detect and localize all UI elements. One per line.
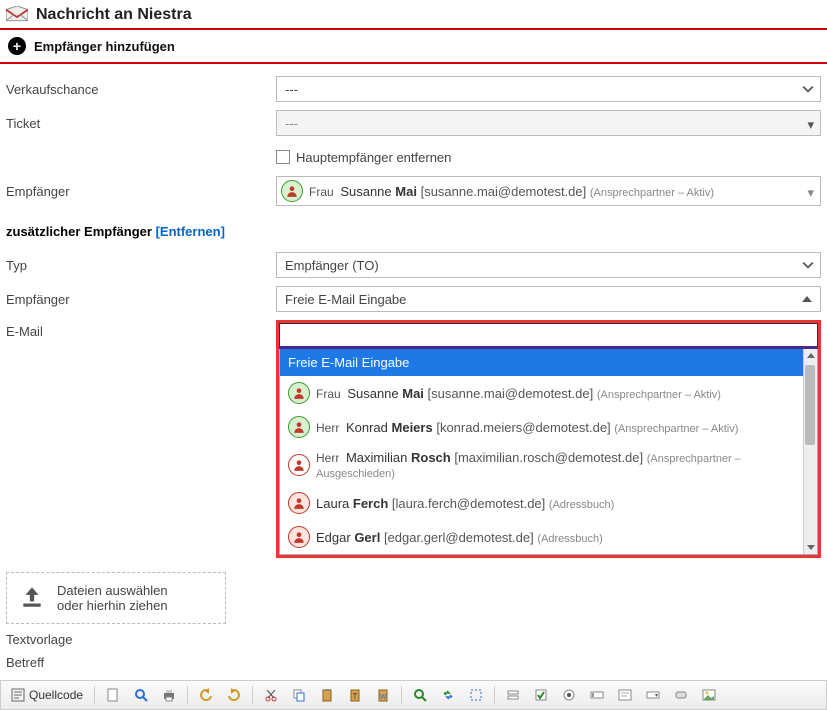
replace-button[interactable]	[435, 684, 461, 706]
copy-button[interactable]	[286, 684, 312, 706]
plus-icon: +	[8, 37, 26, 55]
opportunity-select[interactable]: ---	[276, 76, 821, 102]
chevron-down-icon	[802, 259, 814, 274]
ticket-value: ---	[285, 116, 298, 131]
selectfield-tool-button[interactable]	[640, 684, 666, 706]
undo-button[interactable]	[193, 684, 219, 706]
email-combo: Freie E-Mail Eingabe Frau Susanne Mai [s…	[276, 320, 821, 558]
type-value: Empfänger (TO)	[285, 258, 379, 273]
textarea-tool-button[interactable]	[612, 684, 638, 706]
svg-text:W: W	[380, 694, 387, 701]
opportunity-value: ---	[285, 82, 298, 97]
form-button[interactable]	[500, 684, 526, 706]
email-input[interactable]	[279, 323, 818, 349]
opportunity-label: Verkaufschance	[6, 82, 276, 97]
mail-icon	[6, 6, 28, 24]
svg-text:T: T	[353, 692, 358, 701]
chevron-down-icon: ▾	[807, 117, 814, 133]
checkbox-tool-button[interactable]	[528, 684, 554, 706]
type-label: Typ	[6, 258, 276, 273]
ticket-label: Ticket	[6, 116, 276, 131]
person-icon	[281, 180, 303, 202]
dropdown-item[interactable]: Frau Susanne Mai [susanne.mai@demotest.d…	[280, 376, 803, 410]
textfield-tool-button[interactable]	[584, 684, 610, 706]
remove-additional-link[interactable]: [Entfernen]	[156, 224, 225, 239]
button-tool-button[interactable]	[668, 684, 694, 706]
dropdown-item[interactable]: Edgar Gerl [edgar.gerl@demotest.de] (Adr…	[280, 520, 803, 554]
type-select[interactable]: Empfänger (TO)	[276, 252, 821, 278]
preview-button[interactable]	[128, 684, 154, 706]
person-icon	[288, 454, 310, 476]
main-recipient-text: Frau Susanne Mai [susanne.mai@demotest.d…	[309, 184, 714, 199]
person-icon	[288, 416, 310, 438]
recipient-label: Empfänger	[6, 184, 276, 199]
person-icon	[288, 492, 310, 514]
cut-button[interactable]	[258, 684, 284, 706]
find-button[interactable]	[407, 684, 433, 706]
dropdown-item[interactable]: Herr Maximilian Rosch [maximilian.rosch@…	[280, 444, 803, 486]
add-recipient-bar[interactable]: + Empfänger hinzufügen	[0, 30, 827, 64]
page-header: Nachricht an Niestra	[0, 0, 827, 30]
paste-text-button[interactable]: T	[342, 684, 368, 706]
file-drop-zone[interactable]: Dateien auswählen oder hierhin ziehen	[6, 572, 226, 624]
paste-word-button[interactable]: W	[370, 684, 396, 706]
subject-label: Betreff	[0, 647, 827, 670]
page-title: Nachricht an Niestra	[36, 6, 192, 24]
remove-main-row[interactable]: Hauptempfänger entfernen	[276, 150, 821, 165]
chevron-down-icon: ▾	[807, 185, 814, 201]
scroll-up-icon[interactable]	[807, 353, 815, 358]
dropdown-item[interactable]: Laura Ferch [laura.ferch@demotest.de] (A…	[280, 486, 803, 520]
add-recipient-label: Empfänger hinzufügen	[34, 39, 175, 54]
checkbox-icon[interactable]	[276, 150, 290, 164]
select-all-button[interactable]	[463, 684, 489, 706]
file-drop-line2: oder hierhin ziehen	[57, 598, 168, 613]
person-icon	[288, 526, 310, 548]
freemail-select[interactable]: Freie E-Mail Eingabe	[276, 286, 821, 312]
new-page-button[interactable]	[100, 684, 126, 706]
additional-recipient-heading: zusätzlicher Empfänger [Entfernen]	[6, 224, 276, 239]
radio-tool-button[interactable]	[556, 684, 582, 706]
email-label: E-Mail	[6, 318, 276, 339]
dropdown-item-freemail[interactable]: Freie E-Mail Eingabe	[280, 349, 803, 376]
scroll-thumb[interactable]	[805, 365, 815, 445]
chevron-up-icon	[802, 296, 812, 302]
scrollbar[interactable]	[803, 349, 817, 554]
template-label: Textvorlage	[0, 624, 827, 647]
paste-button[interactable]	[314, 684, 340, 706]
freemail-value: Freie E-Mail Eingabe	[285, 292, 406, 307]
recipient2-label: Empfänger	[6, 292, 276, 307]
redo-button[interactable]	[221, 684, 247, 706]
print-button[interactable]	[156, 684, 182, 706]
editor-toolbar: Quellcode T W	[0, 680, 827, 710]
scroll-down-icon[interactable]	[807, 545, 815, 550]
image-tool-button[interactable]	[696, 684, 722, 706]
chevron-down-icon	[802, 83, 814, 98]
main-recipient-select[interactable]: Frau Susanne Mai [susanne.mai@demotest.d…	[276, 176, 821, 206]
ticket-select[interactable]: --- ▾	[276, 110, 821, 136]
dropdown-item[interactable]: Herr Konrad Meiers [konrad.meiers@demote…	[280, 410, 803, 444]
person-icon	[288, 382, 310, 404]
remove-main-label: Hauptempfänger entfernen	[296, 150, 451, 165]
email-dropdown: Freie E-Mail Eingabe Frau Susanne Mai [s…	[279, 349, 818, 555]
source-button[interactable]: Quellcode	[5, 684, 89, 706]
file-drop-line1: Dateien auswählen	[57, 583, 168, 598]
upload-icon	[19, 584, 45, 613]
